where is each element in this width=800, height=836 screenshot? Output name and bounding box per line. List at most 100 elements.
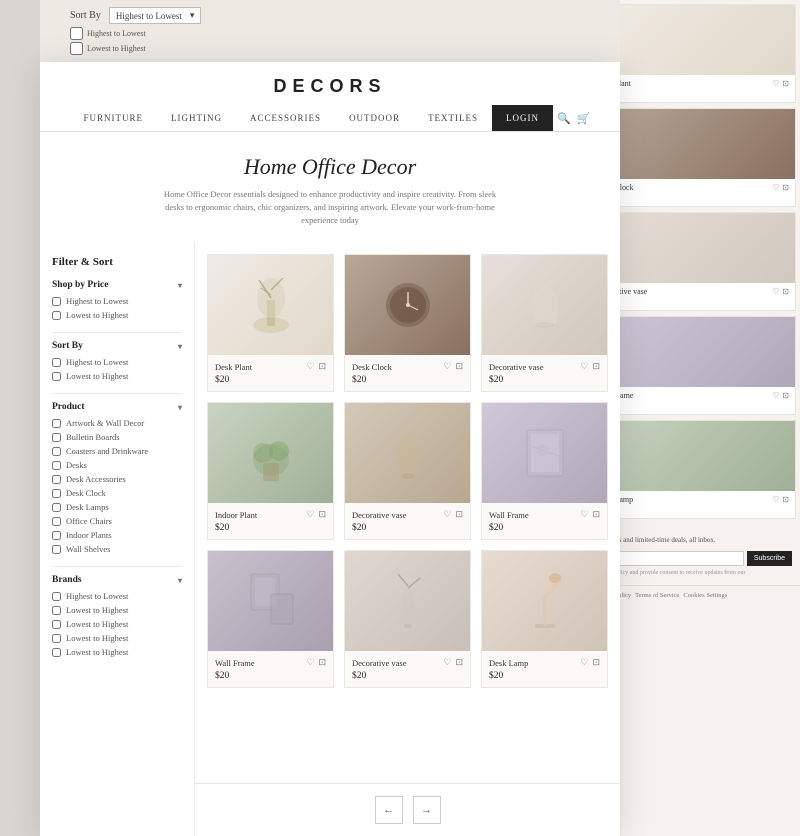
price-option-low[interactable]: Lowest to Highest xyxy=(52,310,182,320)
nav-lighting[interactable]: LIGHTING xyxy=(157,105,236,131)
product-desks-check[interactable] xyxy=(52,461,61,470)
product-filter-header[interactable]: Product ▾ xyxy=(52,402,182,412)
product-actions-wall-frame-2[interactable]: ♡ ⊡ xyxy=(306,657,326,668)
product-desk-lamps-check[interactable] xyxy=(52,503,61,512)
wishlist-icon[interactable]: ♡ xyxy=(443,509,451,520)
price-check-low[interactable] xyxy=(52,311,61,320)
product-desk-clock[interactable]: Desk Clock xyxy=(52,488,182,498)
wishlist-icon[interactable]: ♡ xyxy=(772,391,779,400)
cart-icon[interactable]: ⊡ xyxy=(455,509,463,520)
nav-outdoor[interactable]: OUTDOOR xyxy=(335,105,414,131)
wishlist-icon[interactable]: ♡ xyxy=(772,183,779,192)
cart-icon[interactable]: ⊡ xyxy=(318,509,326,520)
wishlist-icon[interactable]: ♡ xyxy=(306,657,314,668)
cart-icon[interactable]: ⊡ xyxy=(455,657,463,668)
product-actions-desk-plant[interactable]: ♡ ⊡ xyxy=(306,361,326,372)
sort-check-high[interactable]: Highest to Lowest xyxy=(70,27,201,40)
pagination-prev-button[interactable]: ← xyxy=(375,796,403,824)
brand-option-2[interactable]: Lowest to Highest xyxy=(52,605,182,615)
nav-textiles[interactable]: TEXTILES xyxy=(414,105,492,131)
product-actions-decorative-vase-1[interactable]: ♡ ⊡ xyxy=(580,361,600,372)
product-wall-shelves[interactable]: Wall Shelves xyxy=(52,544,182,554)
brand-option-1[interactable]: Highest to Lowest xyxy=(52,591,182,601)
shop-by-price-header[interactable]: Shop by Price ▾ xyxy=(52,280,182,290)
nav-furniture[interactable]: FURNITURE xyxy=(70,105,158,131)
product-desk-accessories-check[interactable] xyxy=(52,475,61,484)
rp-product-actions-4[interactable]: ♡ ⊡ xyxy=(772,391,789,400)
sort-check-high-input[interactable] xyxy=(70,27,83,40)
product-actions-indoor-plant[interactable]: ♡ ⊡ xyxy=(306,509,326,520)
cart-icon[interactable]: ⊡ xyxy=(592,509,600,520)
wishlist-icon[interactable]: ♡ xyxy=(772,495,779,504)
brand-option-3[interactable]: Lowest to Highest xyxy=(52,619,182,629)
price-check-high[interactable] xyxy=(52,297,61,306)
cart-icon[interactable]: ⊡ xyxy=(318,361,326,372)
brand-check-4[interactable] xyxy=(52,634,61,643)
sort-check-low-input[interactable] xyxy=(70,42,83,55)
wishlist-icon[interactable]: ♡ xyxy=(580,509,588,520)
rp-product-actions-2[interactable]: ♡ ⊡ xyxy=(772,183,789,192)
product-actions-desk-clock[interactable]: ♡ ⊡ xyxy=(443,361,463,372)
wishlist-icon[interactable]: ♡ xyxy=(772,79,779,88)
cart-icon[interactable]: ⊡ xyxy=(592,361,600,372)
rp-product-actions-5[interactable]: ♡ ⊡ xyxy=(772,495,789,504)
rp-product-actions-1[interactable]: ♡ ⊡ xyxy=(772,79,789,88)
cart-icon[interactable]: 🛒 xyxy=(577,112,591,125)
product-coasters[interactable]: Coasters and Drinkware xyxy=(52,446,182,456)
product-desks[interactable]: Desks xyxy=(52,460,182,470)
sort-option-low[interactable]: Lowest to Highest xyxy=(52,371,182,381)
nav-login[interactable]: LOGIN xyxy=(492,105,553,131)
product-coasters-check[interactable] xyxy=(52,447,61,456)
cart-icon[interactable]: ⊡ xyxy=(782,391,789,400)
product-desk-lamps[interactable]: Desk Lamps xyxy=(52,502,182,512)
brand-check-5[interactable] xyxy=(52,648,61,657)
cookies-link[interactable]: Cookies Settings xyxy=(683,592,727,599)
wishlist-icon[interactable]: ♡ xyxy=(306,509,314,520)
cart-icon[interactable]: ⊡ xyxy=(318,657,326,668)
sort-option-high[interactable]: Highest to Lowest xyxy=(52,357,182,367)
sort-check-low[interactable] xyxy=(52,372,61,381)
nav-accessories[interactable]: ACCESSORIES xyxy=(236,105,335,131)
brands-filter-header[interactable]: Brands ▾ xyxy=(52,575,182,585)
brand-check-2[interactable] xyxy=(52,606,61,615)
product-office-chairs-check[interactable] xyxy=(52,517,61,526)
rp-product-actions-3[interactable]: ♡ ⊡ xyxy=(772,287,789,296)
product-bulletin-check[interactable] xyxy=(52,433,61,442)
brand-check-3[interactable] xyxy=(52,620,61,629)
brand-option-5[interactable]: Lowest to Highest xyxy=(52,647,182,657)
cart-icon[interactable]: ⊡ xyxy=(782,495,789,504)
subscribe-row[interactable]: Subscribe xyxy=(593,551,792,566)
product-actions-decorative-vase-2[interactable]: ♡ ⊡ xyxy=(443,509,463,520)
pagination-next-button[interactable]: → xyxy=(413,796,441,824)
sort-check-low[interactable]: Lowest to Highest xyxy=(70,42,201,55)
product-desk-accessories[interactable]: Desk Accessories xyxy=(52,474,182,484)
cart-icon[interactable]: ⊡ xyxy=(455,361,463,372)
wishlist-icon[interactable]: ♡ xyxy=(443,657,451,668)
product-actions-decorative-vase-3[interactable]: ♡ ⊡ xyxy=(443,657,463,668)
wishlist-icon[interactable]: ♡ xyxy=(772,287,779,296)
product-indoor-plants-check[interactable] xyxy=(52,531,61,540)
sort-dropdown[interactable]: Highest to Lowest ▾ xyxy=(109,7,202,24)
brand-option-4[interactable]: Lowest to Highest xyxy=(52,633,182,643)
product-artwork[interactable]: Artwork & Wall Decor xyxy=(52,418,182,428)
product-actions-desk-lamp[interactable]: ♡ ⊡ xyxy=(580,657,600,668)
product-actions-wall-frame-1[interactable]: ♡ ⊡ xyxy=(580,509,600,520)
search-icon[interactable]: 🔍 xyxy=(557,112,571,125)
sort-check-high[interactable] xyxy=(52,358,61,367)
product-office-chairs[interactable]: Office Chairs xyxy=(52,516,182,526)
product-desk-clock-check[interactable] xyxy=(52,489,61,498)
wishlist-icon[interactable]: ♡ xyxy=(443,361,451,372)
cart-icon[interactable]: ⊡ xyxy=(782,183,789,192)
sort-by-header[interactable]: Sort By ▾ xyxy=(52,341,182,351)
cart-icon[interactable]: ⊡ xyxy=(782,79,789,88)
subscribe-button[interactable]: Subscribe xyxy=(747,551,792,566)
wishlist-icon[interactable]: ♡ xyxy=(580,657,588,668)
price-option-high[interactable]: Highest to Lowest xyxy=(52,296,182,306)
product-bulletin[interactable]: Bulletin Boards xyxy=(52,432,182,442)
wishlist-icon[interactable]: ♡ xyxy=(580,361,588,372)
brand-check-1[interactable] xyxy=(52,592,61,601)
terms-link[interactable]: Terms of Service xyxy=(635,592,679,599)
product-indoor-plants[interactable]: Indoor Plants xyxy=(52,530,182,540)
cart-icon[interactable]: ⊡ xyxy=(592,657,600,668)
product-artwork-check[interactable] xyxy=(52,419,61,428)
